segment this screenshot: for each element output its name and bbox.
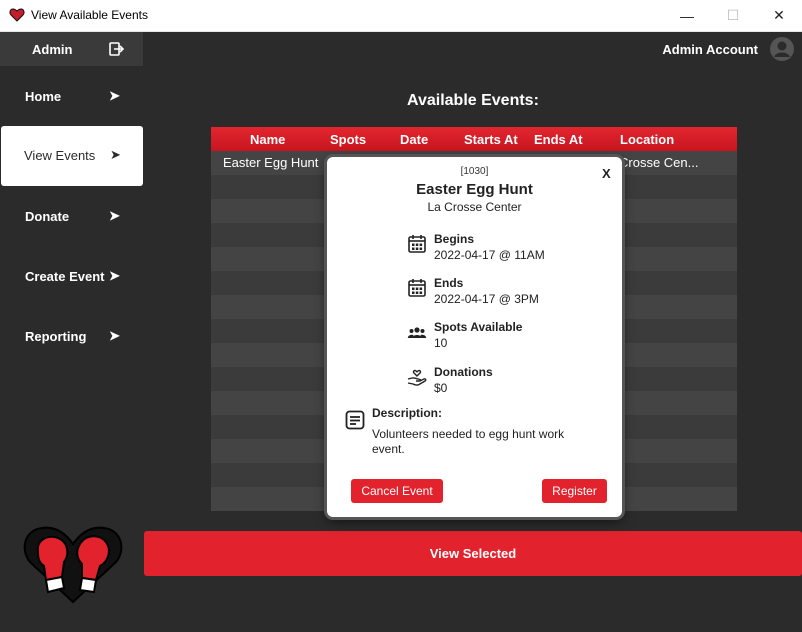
top-header: Admin Account xyxy=(143,32,802,66)
column-header-location[interactable]: Location xyxy=(620,132,674,147)
spots-label: Spots Available xyxy=(434,320,523,334)
description-text: Volunteers needed to egg hunt work event… xyxy=(372,427,565,456)
sidebar-item-home[interactable]: Home ➤ xyxy=(0,67,143,127)
logout-icon[interactable] xyxy=(108,41,124,57)
chevron-right-icon: ➤ xyxy=(109,268,120,283)
donations-value: $0 xyxy=(434,381,448,395)
register-button[interactable]: Register xyxy=(542,479,607,503)
people-group-icon xyxy=(407,327,427,338)
description-label: Description: xyxy=(372,406,443,420)
sidebar-item-donate[interactable]: Donate ➤ xyxy=(0,187,143,247)
donations-label: Donations xyxy=(434,365,493,379)
column-header-ends-at[interactable]: Ends At xyxy=(534,132,583,147)
hand-heart-icon xyxy=(407,369,427,386)
ends-value: 2022-04-17 @ 3PM xyxy=(434,292,539,306)
heart-app-icon xyxy=(9,8,25,22)
event-detail-modal: [1030] X Easter Egg Hunt La Crosse Cente… xyxy=(327,157,622,517)
title-bar: View Available Events — ☐ ✕ xyxy=(0,0,802,32)
sidebar-item-label: Reporting xyxy=(25,329,87,344)
event-id: [1030] xyxy=(460,166,489,177)
event-name: Easter Egg Hunt xyxy=(416,181,533,198)
cancel-event-button[interactable]: Cancel Event xyxy=(351,479,443,503)
sidebar-item-create-event[interactable]: Create Event ➤ xyxy=(0,247,143,307)
user-avatar-icon[interactable] xyxy=(770,37,794,61)
sidebar-item-view-events[interactable]: View Events ➤ xyxy=(1,126,143,186)
close-icon: ✕ xyxy=(773,7,785,23)
chevron-right-icon: ➤ xyxy=(109,328,120,343)
description-icon xyxy=(345,410,365,430)
sidebar-item-reporting[interactable]: Reporting ➤ xyxy=(0,307,143,367)
chevron-right-icon: ➤ xyxy=(109,88,120,103)
ends-label: Ends xyxy=(434,276,464,290)
sidebar-user-label: Admin xyxy=(32,42,73,57)
chevron-right-icon: ➤ xyxy=(109,208,120,223)
column-header-spots[interactable]: Spots xyxy=(330,132,366,147)
calendar-icon xyxy=(408,279,426,297)
sidebar-item-label: Donate xyxy=(25,209,70,224)
cell-name: Easter Egg Hunt xyxy=(223,155,319,170)
sidebar-item-label: Home xyxy=(25,89,62,104)
maximize-button[interactable]: ☐ xyxy=(710,0,756,31)
window-title: View Available Events xyxy=(31,8,148,22)
spots-value: 10 xyxy=(434,336,448,350)
column-header-starts-at[interactable]: Starts At xyxy=(464,132,518,147)
boxing-gloves-heart-logo xyxy=(23,526,123,604)
cell-location: Crosse Cen... xyxy=(619,155,699,170)
close-window-button[interactable]: ✕ xyxy=(756,0,802,31)
column-header-date[interactable]: Date xyxy=(400,132,428,147)
column-header-name[interactable]: Name xyxy=(250,132,285,147)
account-label[interactable]: Admin Account xyxy=(662,42,758,57)
minimize-button[interactable]: — xyxy=(664,0,710,31)
calendar-icon xyxy=(408,235,426,253)
maximize-icon: ☐ xyxy=(726,7,740,23)
table-header: Name Spots Date Starts At Ends At Locati… xyxy=(211,127,737,151)
sidebar-item-label: Create Event xyxy=(25,269,105,284)
modal-close-button[interactable]: X xyxy=(602,166,611,181)
minimize-icon: — xyxy=(680,7,694,24)
begins-label: Begins xyxy=(434,232,475,246)
sidebar: Admin Home ➤ View Events ➤ Donate ➤ Crea… xyxy=(0,32,143,632)
sidebar-header: Admin xyxy=(0,32,143,66)
event-location: La Crosse Center xyxy=(427,200,522,214)
begins-value: 2022-04-17 @ 11AM xyxy=(434,248,545,262)
sidebar-item-label: View Events xyxy=(24,148,96,163)
chevron-right-icon: ➤ xyxy=(110,147,121,162)
page-title: Available Events: xyxy=(407,92,539,109)
view-selected-button[interactable]: View Selected xyxy=(144,531,802,576)
